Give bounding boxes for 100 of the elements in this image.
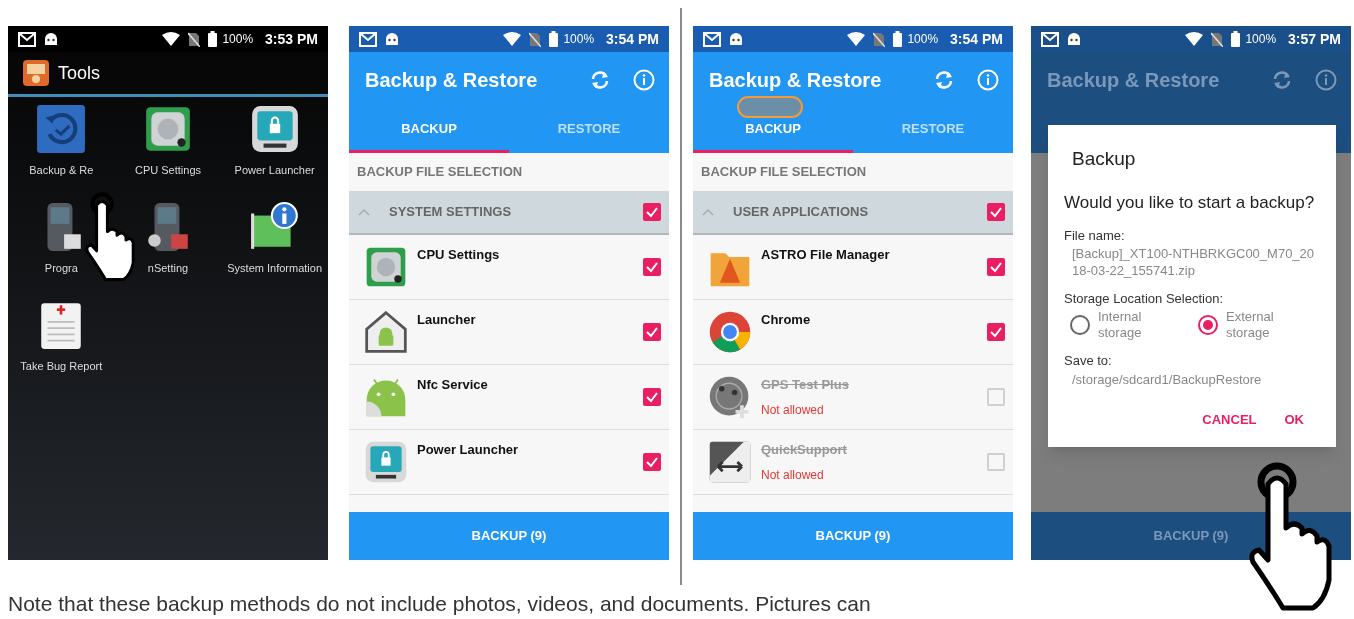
- app-label[interactable]: CPU Settings: [134, 163, 201, 177]
- app-icon: [707, 439, 753, 485]
- radio-button[interactable]: [1070, 314, 1090, 335]
- info-icon: [977, 69, 999, 91]
- no-sim-icon: [188, 31, 201, 47]
- radio-button[interactable]: [1198, 314, 1218, 335]
- radio-option[interactable]: Internal storage: [1064, 308, 1192, 341]
- backup-button[interactable]: BACKUP (9): [693, 512, 1013, 560]
- android-icon: [729, 32, 743, 46]
- app-label[interactable]: System Information: [227, 261, 323, 275]
- dialog-button[interactable]: OK: [1284, 409, 1304, 429]
- list-item[interactable]: ASTRO File Manager: [693, 235, 1013, 300]
- file-name-value: [Backup]_XT100-NTHBRKGC00_M70_2018-03-22_155741.zip: [1071, 245, 1316, 279]
- no-sim-icon: [873, 31, 886, 47]
- caption-text: Note that these backup methods do not include photos, videos, and documents. Pictures can: [8, 591, 871, 617]
- checkbox[interactable]: [643, 453, 661, 471]
- battery-icon: [549, 31, 559, 47]
- list-item[interactable]: Power Launcher: [349, 430, 669, 495]
- battery-icon: [208, 31, 218, 47]
- checkbox[interactable]: [643, 388, 661, 406]
- group-label: SYSTEM SETTINGS: [389, 203, 513, 222]
- wifi-icon: [162, 32, 181, 46]
- app-label[interactable]: nSetting: [147, 261, 189, 275]
- checkbox[interactable]: [987, 203, 1005, 221]
- checkbox[interactable]: [987, 258, 1005, 276]
- screen-title: Tools: [58, 61, 101, 85]
- tab[interactable]: BACKUP: [349, 108, 509, 153]
- android-icon: [44, 32, 58, 46]
- app-name: GPS Test Plus: [761, 376, 850, 394]
- no-sim-icon: [529, 31, 542, 47]
- app-title: Backup & Restore: [1047, 68, 1221, 93]
- mail-icon: [703, 31, 721, 47]
- checkbox[interactable]: [643, 258, 661, 276]
- battery-level: 100%: [222, 31, 254, 48]
- no-sim-icon: [1211, 31, 1224, 47]
- section-header: BACKUP FILE SELECTION: [700, 163, 868, 182]
- battery-icon: [893, 31, 903, 47]
- app-icon: [35, 103, 88, 155]
- android-icon: [1067, 32, 1081, 46]
- warning-text: Not allowed: [761, 401, 825, 419]
- wifi-icon: [847, 32, 866, 46]
- field-label: Save to:: [1064, 351, 1113, 370]
- status-time: 3:57 PM: [1288, 29, 1341, 49]
- checkbox[interactable]: [643, 323, 661, 341]
- status-time: 3:53 PM: [265, 29, 318, 49]
- wifi-icon: [503, 32, 522, 46]
- dialog-button[interactable]: CANCEL: [1202, 409, 1257, 429]
- info-icon: [633, 69, 655, 91]
- info-icon: [1315, 69, 1337, 91]
- list-item[interactable]: Launcher: [349, 300, 669, 365]
- mail-icon: [1041, 31, 1059, 47]
- app-icon: [363, 439, 409, 485]
- group-header[interactable]: USER APPLICATIONS: [693, 191, 1013, 235]
- checkbox[interactable]: [987, 323, 1005, 341]
- app-name: CPU Settings: [417, 246, 501, 264]
- app-icon: [707, 309, 753, 355]
- backup-button[interactable]: BACKUP (9): [349, 512, 669, 560]
- refresh-icon: [1271, 69, 1293, 91]
- app-name: Chrome: [761, 311, 812, 329]
- tab[interactable]: RESTORE: [509, 108, 669, 153]
- group-label: USER APPLICATIONS: [733, 203, 870, 222]
- field-label: File name:: [1064, 226, 1126, 245]
- app-label[interactable]: Backup & Re: [29, 163, 94, 177]
- mail-icon: [359, 31, 377, 47]
- status-time: 3:54 PM: [950, 29, 1003, 49]
- warning-text: Not allowed: [761, 466, 825, 484]
- battery-level: 100%: [563, 31, 595, 48]
- list-item[interactable]: Nfc Service: [349, 365, 669, 430]
- touch-indicator: [737, 96, 803, 118]
- app-label[interactable]: Take Bug Report: [20, 359, 103, 373]
- app-title: Backup & Restore: [709, 68, 883, 93]
- app-name: Power Launcher: [417, 441, 520, 459]
- radio-option[interactable]: External storage: [1192, 308, 1320, 341]
- app-name: QuickSupport: [761, 441, 848, 459]
- status-time: 3:54 PM: [606, 29, 659, 49]
- app-name: ASTRO File Manager: [761, 246, 891, 264]
- dialog-title: Backup: [1071, 147, 1137, 171]
- list-item[interactable]: Chrome: [693, 300, 1013, 365]
- section-header: BACKUP FILE SELECTION: [356, 163, 524, 182]
- list-item[interactable]: CPU Settings: [349, 235, 669, 300]
- app-label[interactable]: Progra: [44, 261, 78, 275]
- field-label: Storage Location Selection:: [1064, 290, 1224, 308]
- refresh-icon: [933, 69, 955, 91]
- tab[interactable]: RESTORE: [853, 108, 1013, 153]
- app-name: Launcher: [417, 311, 477, 329]
- checkbox[interactable]: [643, 203, 661, 221]
- app-name: Nfc Service: [417, 376, 489, 394]
- group-header[interactable]: SYSTEM SETTINGS: [349, 191, 669, 235]
- refresh-icon: [589, 69, 611, 91]
- android-icon: [385, 32, 399, 46]
- app-label[interactable]: Power Launcher: [234, 163, 315, 177]
- dialog-message: Would you like to start a backup?: [1064, 191, 1316, 214]
- toolbox-icon: [22, 59, 50, 87]
- mail-icon: [18, 31, 36, 47]
- battery-level: 100%: [1245, 31, 1277, 48]
- app-title: Backup & Restore: [365, 68, 539, 93]
- battery-icon: [1231, 31, 1241, 47]
- battery-level: 100%: [907, 31, 939, 48]
- save-path-value: /storage/sdcard1/BackupRestore: [1071, 371, 1263, 389]
- wifi-icon: [1185, 32, 1204, 46]
